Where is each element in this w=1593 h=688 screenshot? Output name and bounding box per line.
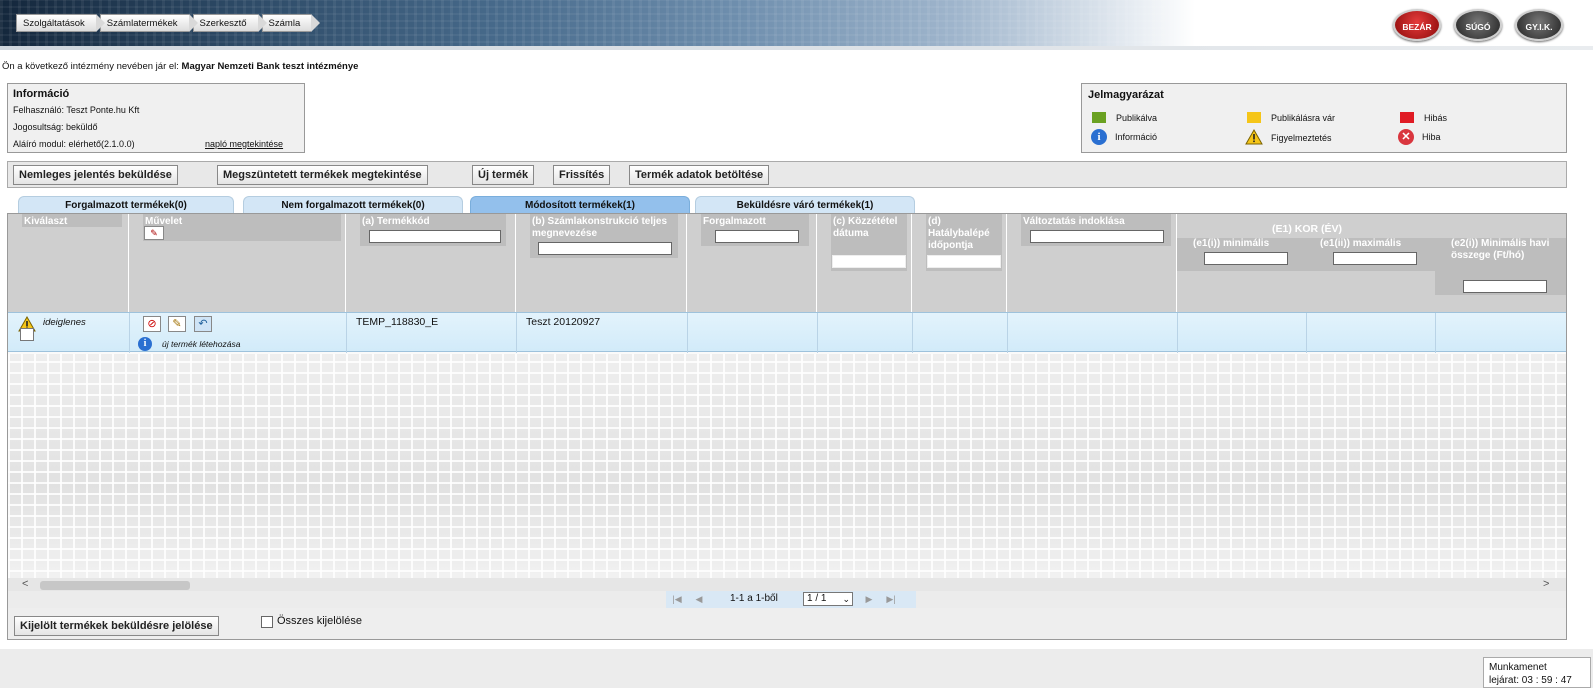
green-square-icon xyxy=(1092,112,1106,123)
institution-prefix: Ön a következő intézmény nevében jár el: xyxy=(2,61,179,72)
institution-name: Magyar Nemzeti Bank teszt intézménye xyxy=(181,61,359,72)
delete-icon[interactable]: ⊘ xyxy=(143,316,161,332)
session-label: Munkamenet xyxy=(1489,662,1547,673)
undo-icon[interactable]: ↶ xyxy=(194,316,212,332)
change-reason-filter[interactable] xyxy=(1030,230,1164,243)
info-icon: i xyxy=(1091,129,1107,145)
view-terminated-products-button[interactable]: Megszüntetett termékek megtekintése xyxy=(217,165,428,185)
row-account-name: Teszt 20120927 xyxy=(526,316,601,328)
horizontal-scrollbar[interactable]: < > xyxy=(8,578,1566,592)
legend-title: Jelmagyarázat xyxy=(1088,89,1164,101)
distributed-filter[interactable] xyxy=(715,230,799,243)
refresh-button[interactable]: Frissítés xyxy=(553,165,611,185)
products-grid: Kiválaszt Művelet ✎ (a) Termékkód (b) Sz… xyxy=(7,213,1567,640)
column-header-operation: Művelet ✎ xyxy=(129,214,346,312)
info-signer-module: Aláíró modul: elérhető(2.1.0.0) xyxy=(13,139,135,149)
red-square-icon xyxy=(1400,112,1414,123)
breadcrumb-item-editor[interactable]: Szerkesztő xyxy=(192,14,267,32)
prev-page-icon[interactable]: ◀ xyxy=(692,592,706,606)
select-all-label: Összes kijelölése xyxy=(277,615,362,627)
monthly-min-filter[interactable] xyxy=(1463,280,1547,293)
row-note: új termék létehozása xyxy=(162,339,241,349)
new-product-button[interactable]: Új termék xyxy=(472,165,535,185)
row-product-code: TEMP_118830_E xyxy=(356,316,439,328)
column-header-monthly-min: (e2(i)) Minimális havi összege (Ft/hó) xyxy=(1451,238,1550,261)
session-timer: Munkamenet lejárat: 03 : 59 : 47 xyxy=(1483,657,1591,688)
column-header-product-code: (a) Termékkód xyxy=(346,214,516,312)
footer xyxy=(0,649,1593,688)
first-page-icon[interactable]: |◀ xyxy=(670,592,684,606)
breadcrumb-item-account[interactable]: Számla xyxy=(261,14,320,32)
breadcrumb-item-account-products[interactable]: Számlatermékek xyxy=(99,14,198,32)
next-page-icon[interactable]: ▶ xyxy=(862,592,876,606)
yellow-square-icon xyxy=(1247,112,1261,123)
pager-summary: 1-1 a 1-ből xyxy=(730,593,778,604)
effective-date-filter[interactable] xyxy=(927,255,1001,268)
pager: |◀ ◀ 1-1 a 1-ből 1 / 1 ⌄ ▶ ▶| xyxy=(8,591,1566,608)
info-role: Jogosultság: beküldő xyxy=(13,122,98,132)
column-header-select: Kiválaszt xyxy=(8,214,129,312)
account-name-filter[interactable] xyxy=(538,242,672,255)
toolbar: Nemleges jelentés beküldése Megszüntetet… xyxy=(7,161,1567,188)
warning-icon xyxy=(1245,128,1263,147)
legend-warning: Figyelmeztetés xyxy=(1245,128,1332,147)
info-panel: Információ Felhasználó: Teszt Ponte.hu K… xyxy=(7,83,305,153)
column-header-change-reason: Változtatás indoklása xyxy=(1007,214,1177,312)
row-select-checkbox[interactable] xyxy=(20,328,34,341)
breadcrumb: Szolgáltatások Számlatermékek Szerkesztő… xyxy=(16,14,320,32)
column-header-age-min: (e1(i)) minimális xyxy=(1193,238,1270,249)
scroll-right-icon[interactable]: > xyxy=(1543,578,1549,590)
breadcrumb-item-services[interactable]: Szolgáltatások xyxy=(16,14,105,32)
close-button[interactable]: BEZÁR xyxy=(1393,9,1441,41)
table-row[interactable]: ideiglenes ⊘ ✎ ↶ i új termék létehozása … xyxy=(8,312,1566,353)
scroll-left-icon[interactable]: < xyxy=(22,578,28,590)
help-button[interactable]: SÚGÓ xyxy=(1454,9,1502,41)
publish-date-filter[interactable] xyxy=(832,255,906,268)
legend-error: ✕ Hiba xyxy=(1398,129,1441,145)
info-icon: i xyxy=(138,337,152,351)
scrollbar-thumb[interactable] xyxy=(40,581,190,590)
row-status: ideiglenes xyxy=(43,317,86,328)
legend-published: Publikálva xyxy=(1092,112,1157,123)
info-user: Felhasználó: Teszt Ponte.hu Kft xyxy=(13,105,140,115)
legend-info: i Információ xyxy=(1091,129,1157,145)
null-report-button[interactable]: Nemleges jelentés beküldése xyxy=(13,165,178,185)
column-header-publish-date: (c) Közzététel dátuma xyxy=(817,214,912,312)
chevron-down-icon: ⌄ xyxy=(842,594,850,604)
info-title: Információ xyxy=(13,88,70,100)
column-header-effective-date: (d) Hatálybalépé időpontja xyxy=(912,214,1007,312)
legend-panel: Jelmagyarázat Publikálva Publikálásra vá… xyxy=(1081,83,1567,153)
mark-for-submission-button[interactable]: Kijelölt termékek beküldésre jelölése xyxy=(14,616,219,636)
column-header-age-max: (e1(ii)) maximális xyxy=(1320,238,1402,249)
last-page-icon[interactable]: ▶| xyxy=(884,592,898,606)
tab-non-distributed-products[interactable]: Nem forgalmazott termékek(0) xyxy=(243,196,463,214)
institution-line: Ön a következő intézmény nevében jár el:… xyxy=(2,61,358,72)
session-expiry: lejárat: 03 : 59 : 47 xyxy=(1489,675,1572,686)
page-select[interactable]: 1 / 1 ⌄ xyxy=(803,592,853,606)
tab-distributed-products[interactable]: Forgalmazott termékek(0) xyxy=(18,196,234,214)
column-header-distributed: Forgalmazott xyxy=(687,214,817,312)
load-product-data-button[interactable]: Termék adatok betöltése xyxy=(629,165,770,185)
tab-modified-products[interactable]: Módosított termékek(1) xyxy=(470,196,690,214)
error-x-icon: ✕ xyxy=(1398,129,1414,145)
tab-awaiting-submission[interactable]: Beküldésre váró termékek(1) xyxy=(695,196,915,214)
age-min-filter[interactable] xyxy=(1204,252,1288,265)
faq-button[interactable]: GY.I.K. xyxy=(1515,9,1563,41)
header: Szolgáltatások Számlatermékek Szerkesztő… xyxy=(0,0,1593,50)
column-header-age-group: (E1) KOR (ÉV) (e1(i)) minimális (e1(ii))… xyxy=(1177,214,1566,312)
legend-faulty: Hibás xyxy=(1400,112,1447,123)
column-header-account-name: (b) Számlakonstrukció teljes megnevezése xyxy=(516,214,687,312)
product-code-filter[interactable] xyxy=(369,230,501,243)
grid-bottom-bar: Kijelölt termékek beküldésre jelölése Ös… xyxy=(8,608,1566,639)
clear-filter-icon[interactable]: ✎ xyxy=(144,226,164,240)
edit-pencil-icon[interactable]: ✎ xyxy=(168,316,186,332)
view-log-link[interactable]: napló megtekintése xyxy=(205,139,283,149)
age-max-filter[interactable] xyxy=(1333,252,1417,265)
select-all-checkbox[interactable] xyxy=(261,616,273,628)
legend-waiting: Publikálásra vár xyxy=(1247,112,1335,123)
